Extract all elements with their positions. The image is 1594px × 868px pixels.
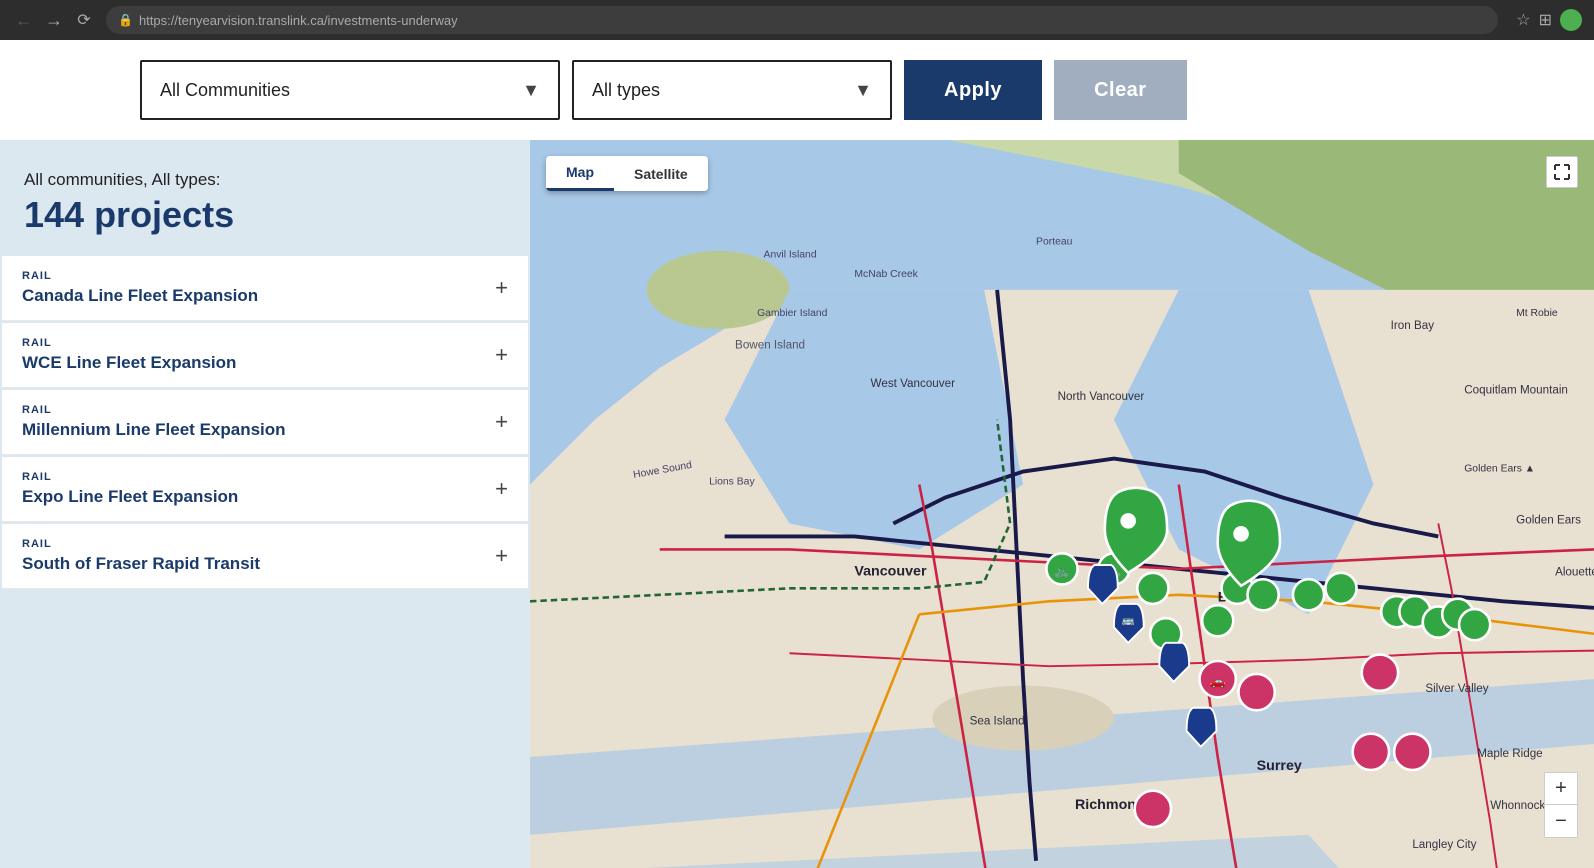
expand-icon[interactable]: +: [495, 409, 508, 435]
communities-dropdown[interactable]: All Communities ▼: [140, 60, 560, 120]
svg-text:West Vancouver: West Vancouver: [871, 377, 956, 390]
svg-text:Whonnock: Whonnock: [1490, 799, 1545, 812]
svg-text:🚲: 🚲: [1054, 563, 1070, 578]
project-type: RAIL: [22, 270, 258, 282]
svg-text:Langley City: Langley City: [1412, 838, 1476, 851]
project-name: Expo Line Fleet Expansion: [22, 487, 238, 507]
types-label: All types: [592, 80, 660, 101]
project-type: RAIL: [22, 471, 238, 483]
list-item[interactable]: RAIL Canada Line Fleet Expansion +: [2, 256, 528, 321]
list-item[interactable]: RAIL South of Fraser Rapid Transit +: [2, 524, 528, 589]
list-item[interactable]: RAIL Millennium Line Fleet Expansion +: [2, 390, 528, 455]
zoom-controls: + −: [1544, 772, 1578, 838]
map-background: Bowen Island Lions Bay West Vancouver No…: [530, 140, 1594, 868]
expand-icon[interactable]: +: [495, 275, 508, 301]
svg-text:Maple Ridge: Maple Ridge: [1477, 747, 1542, 760]
project-info: RAIL Canada Line Fleet Expansion: [22, 270, 258, 306]
bookmark-button[interactable]: ☆: [1516, 9, 1530, 31]
browser-chrome: ← → ⟳ 🔒 https://tenyearvision.translink.…: [0, 0, 1594, 40]
svg-text:Surrey: Surrey: [1257, 758, 1302, 774]
list-item[interactable]: RAIL WCE Line Fleet Expansion +: [2, 323, 528, 388]
types-dropdown[interactable]: All types ▼: [572, 60, 892, 120]
svg-text:Silver Valley: Silver Valley: [1425, 682, 1488, 695]
svg-text:North Vancouver: North Vancouver: [1058, 390, 1145, 403]
list-item[interactable]: RAIL Expo Line Fleet Expansion +: [2, 457, 528, 522]
svg-text:🚗: 🚗: [1210, 674, 1226, 689]
svg-text:Gambier Island: Gambier Island: [757, 308, 828, 319]
forward-button[interactable]: →: [42, 8, 66, 32]
satellite-tab[interactable]: Satellite: [614, 156, 708, 191]
communities-arrow-icon: ▼: [522, 80, 540, 101]
project-type: RAIL: [22, 404, 286, 416]
filter-bar: All Communities ▼ All types ▼ Apply Clea…: [0, 40, 1594, 140]
project-count: 144 projects: [24, 194, 506, 236]
extensions-button[interactable]: ⊞: [1539, 9, 1552, 31]
expand-icon[interactable]: +: [495, 543, 508, 569]
svg-text:Porteau: Porteau: [1036, 236, 1073, 247]
map-tab[interactable]: Map: [546, 156, 614, 191]
project-name: South of Fraser Rapid Transit: [22, 554, 260, 574]
svg-text:Sea Island: Sea Island: [970, 715, 1025, 728]
expand-icon[interactable]: +: [495, 342, 508, 368]
fullscreen-button[interactable]: [1546, 156, 1578, 188]
refresh-button[interactable]: ⟳: [72, 8, 96, 32]
project-info: RAIL South of Fraser Rapid Transit: [22, 538, 260, 574]
svg-text:Golden Ears ▲: Golden Ears ▲: [1464, 464, 1535, 475]
svg-text:Mt Robie: Mt Robie: [1516, 308, 1558, 319]
project-list: RAIL Canada Line Fleet Expansion + RAIL …: [0, 256, 530, 589]
project-name: Canada Line Fleet Expansion: [22, 286, 258, 306]
svg-text:Coquitlam Mountain: Coquitlam Mountain: [1464, 384, 1568, 397]
project-type: RAIL: [22, 538, 260, 550]
lock-icon: 🔒: [118, 13, 133, 27]
zoom-in-button[interactable]: +: [1545, 773, 1577, 805]
project-info: RAIL Expo Line Fleet Expansion: [22, 471, 238, 507]
map-toggle: Map Satellite: [546, 156, 708, 191]
user-avatar: [1560, 9, 1582, 31]
sidebar-heading: All communities, All types:: [24, 170, 506, 190]
svg-text:Iron Bay: Iron Bay: [1391, 319, 1435, 332]
main-layout: All communities, All types: 144 projects…: [0, 140, 1594, 868]
project-name: Millennium Line Fleet Expansion: [22, 420, 286, 440]
svg-text:Lions Bay: Lions Bay: [709, 477, 755, 488]
svg-text:McNab Creek: McNab Creek: [854, 269, 918, 280]
apply-button[interactable]: Apply: [904, 60, 1042, 120]
types-arrow-icon: ▼: [854, 80, 872, 101]
project-info: RAIL WCE Line Fleet Expansion: [22, 337, 236, 373]
project-name: WCE Line Fleet Expansion: [22, 353, 236, 373]
sidebar: All communities, All types: 144 projects…: [0, 140, 530, 868]
svg-text:Golden Ears: Golden Ears: [1516, 513, 1581, 526]
address-text: https://tenyearvision.translink.ca/inves…: [139, 13, 458, 28]
zoom-out-button[interactable]: −: [1545, 805, 1577, 837]
back-button[interactable]: ←: [12, 8, 36, 32]
project-type: RAIL: [22, 337, 236, 349]
svg-text:Bowen Island: Bowen Island: [735, 338, 805, 351]
expand-icon[interactable]: +: [495, 476, 508, 502]
clear-button[interactable]: Clear: [1054, 60, 1187, 120]
svg-text:Anvil Island: Anvil Island: [764, 249, 817, 260]
svg-text:🚌: 🚌: [1122, 615, 1135, 626]
communities-label: All Communities: [160, 80, 290, 101]
project-info: RAIL Millennium Line Fleet Expansion: [22, 404, 286, 440]
svg-text:Alouette: Alouette: [1555, 565, 1594, 578]
page-content: All Communities ▼ All types ▼ Apply Clea…: [0, 40, 1594, 868]
map-area[interactable]: Map Satellite: [530, 140, 1594, 868]
svg-text:Vancouver: Vancouver: [854, 563, 927, 579]
address-bar[interactable]: 🔒 https://tenyearvision.translink.ca/inv…: [106, 6, 1498, 34]
sidebar-header: All communities, All types: 144 projects: [0, 160, 530, 256]
